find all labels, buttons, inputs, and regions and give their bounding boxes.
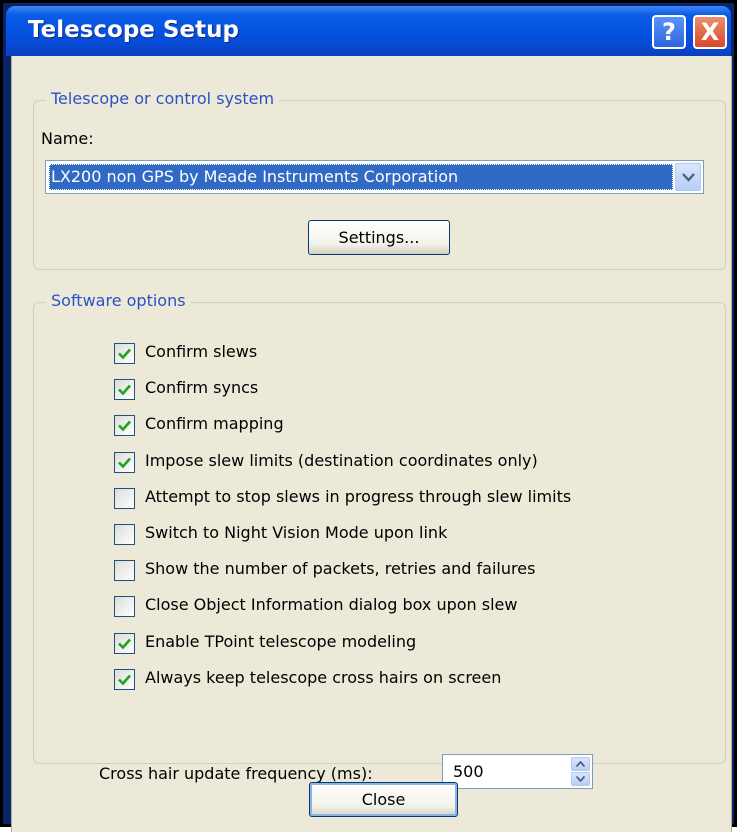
dialog-body: Telescope or control system Name: LX200 … xyxy=(11,56,732,832)
settings-button[interactable]: Settings... xyxy=(308,220,450,255)
spinner-up-button[interactable] xyxy=(571,757,590,771)
option-checkbox[interactable] xyxy=(114,633,135,654)
dropdown-arrow-button[interactable] xyxy=(675,163,701,191)
option-label: Show the number of packets, retries and … xyxy=(145,559,536,578)
option-checkbox[interactable] xyxy=(114,452,135,473)
option-row[interactable]: Attempt to stop slews in progress throug… xyxy=(114,486,674,510)
option-row[interactable]: Impose slew limits (destination coordina… xyxy=(114,450,674,474)
option-label: Confirm slews xyxy=(145,342,258,361)
option-checkbox[interactable] xyxy=(114,415,135,436)
option-checkbox[interactable] xyxy=(114,379,135,400)
option-checkbox[interactable] xyxy=(114,524,135,545)
help-button[interactable]: ? xyxy=(652,15,686,49)
name-label: Name: xyxy=(41,129,94,148)
option-checkbox[interactable] xyxy=(114,560,135,581)
option-row[interactable]: Confirm slews xyxy=(114,341,674,365)
option-row[interactable]: Close Object Information dialog box upon… xyxy=(114,594,674,618)
option-label: Always keep telescope cross hairs on scr… xyxy=(145,668,502,687)
option-checkbox[interactable] xyxy=(114,343,135,364)
option-checkbox[interactable] xyxy=(114,596,135,617)
checkmark-icon xyxy=(118,384,131,396)
option-row[interactable]: Enable TPoint telescope modeling xyxy=(114,631,674,655)
telescope-group-legend: Telescope or control system xyxy=(46,89,280,108)
cross-hair-frequency-spinner[interactable]: 500 xyxy=(442,754,593,789)
chevron-up-icon xyxy=(576,761,585,767)
software-options-legend: Software options xyxy=(46,291,191,310)
telescope-name-dropdown[interactable]: LX200 non GPS by Meade Instruments Corpo… xyxy=(45,160,704,194)
option-label: Close Object Information dialog box upon… xyxy=(145,595,518,614)
option-label: Attempt to stop slews in progress throug… xyxy=(145,487,572,506)
checkmark-icon xyxy=(118,674,131,686)
title-bar[interactable]: Telescope Setup ? X xyxy=(6,6,731,56)
spinner-buttons xyxy=(571,757,590,786)
close-button[interactable]: Close xyxy=(309,782,458,817)
option-row[interactable]: Switch to Night Vision Mode upon link xyxy=(114,522,674,546)
close-window-button[interactable]: X xyxy=(693,15,727,49)
option-label: Confirm syncs xyxy=(145,378,259,397)
checkmark-icon xyxy=(118,420,131,432)
window-title: Telescope Setup xyxy=(28,17,239,43)
checkmark-icon xyxy=(118,348,131,360)
option-row[interactable]: Confirm mapping xyxy=(114,413,674,437)
chevron-down-icon xyxy=(576,776,585,782)
option-checkbox[interactable] xyxy=(114,488,135,509)
cross-hair-frequency-label: Cross hair update frequency (ms): xyxy=(99,764,373,783)
cross-hair-frequency-value[interactable]: 500 xyxy=(453,762,484,781)
option-label: Confirm mapping xyxy=(145,414,284,433)
option-row[interactable]: Always keep telescope cross hairs on scr… xyxy=(114,667,674,691)
checkmark-icon xyxy=(118,638,131,650)
option-row[interactable]: Confirm syncs xyxy=(114,377,674,401)
option-label: Enable TPoint telescope modeling xyxy=(145,632,417,651)
option-label: Impose slew limits (destination coordina… xyxy=(145,451,538,470)
telescope-name-value: LX200 non GPS by Meade Instruments Corpo… xyxy=(49,164,673,190)
chevron-down-icon xyxy=(682,173,695,182)
checkmark-icon xyxy=(118,457,131,469)
spinner-down-button[interactable] xyxy=(571,772,590,786)
option-label: Switch to Night Vision Mode upon link xyxy=(145,523,448,542)
option-checkbox[interactable] xyxy=(114,669,135,690)
telescope-setup-window: Telescope Setup ? X Telescope or control… xyxy=(0,0,737,832)
option-row[interactable]: Show the number of packets, retries and … xyxy=(114,558,674,582)
